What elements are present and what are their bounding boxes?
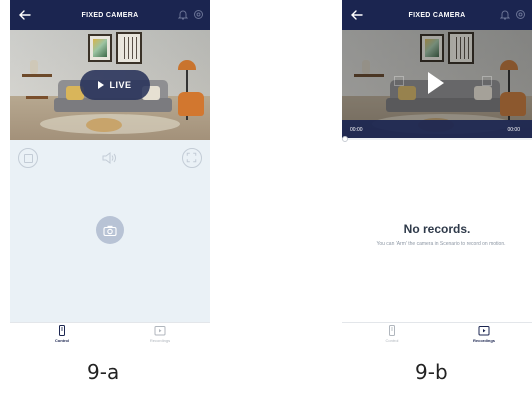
play-icon[interactable] <box>428 72 444 94</box>
sofa-seat <box>54 98 172 112</box>
cushion <box>398 86 416 100</box>
progress-bar[interactable] <box>342 136 532 142</box>
nav-recordings[interactable]: Recordings <box>454 325 514 343</box>
skip-forward-icon[interactable] <box>482 76 492 86</box>
bottom-nav: Control Recordings <box>342 322 532 346</box>
player-control-bar: 00:00 00:00 <box>342 120 532 140</box>
nav-control-label: Control <box>385 338 399 343</box>
nav-control-label: Control <box>54 338 70 343</box>
page-title: FIXED CAMERA <box>81 11 139 19</box>
bottom-nav: Control Recordings <box>10 322 210 346</box>
armchair <box>500 92 526 116</box>
recordings-icon <box>154 326 166 336</box>
figure-caption: 9-b <box>415 360 448 384</box>
remote-control-icon <box>389 325 395 336</box>
empty-state-title: No records. <box>403 222 471 236</box>
fullscreen-icon[interactable] <box>182 148 202 168</box>
recordings-icon <box>478 326 490 336</box>
pouf <box>86 118 122 132</box>
header-bar: FIXED CAMERA <box>342 0 532 30</box>
back-arrow-icon[interactable] <box>18 8 32 22</box>
camera-icon <box>103 225 117 236</box>
vase <box>362 60 370 74</box>
wall-picture-left <box>420 34 444 62</box>
control-panel <box>10 140 210 322</box>
time-total: 00:00 <box>507 127 520 133</box>
bell-icon[interactable] <box>500 9 510 20</box>
wall-picture-right <box>116 32 142 64</box>
nav-recordings-label: Recordings <box>149 338 171 343</box>
gear-icon[interactable] <box>193 9 204 20</box>
play-icon <box>98 81 105 89</box>
nav-control[interactable]: Control <box>32 325 92 343</box>
armchair <box>178 92 204 116</box>
remote-control-icon <box>59 325 65 336</box>
sofa-seat <box>386 98 504 112</box>
nav-recordings-label: Recordings <box>472 338 495 343</box>
back-arrow-icon[interactable] <box>350 8 364 22</box>
gear-icon[interactable] <box>515 9 526 20</box>
progress-knob[interactable] <box>342 136 348 142</box>
header-bar: FIXED CAMERA <box>10 0 210 30</box>
speaker-icon[interactable] <box>102 152 116 164</box>
nav-control[interactable]: Control <box>362 325 422 343</box>
live-button[interactable]: LIVE <box>80 70 150 100</box>
vase <box>30 60 38 74</box>
nav-recordings[interactable]: Recordings <box>130 325 190 343</box>
page-title: FIXED CAMERA <box>408 11 466 19</box>
skip-back-icon[interactable] <box>394 76 404 86</box>
cushion <box>474 86 492 100</box>
snapshot-button[interactable] <box>96 216 124 244</box>
time-current: 00:00 <box>350 127 363 133</box>
wall-picture-right <box>448 32 474 64</box>
screen-control: FIXED CAMERA LIVE Control Recordings <box>10 0 210 346</box>
live-video-feed[interactable]: LIVE <box>10 30 210 140</box>
shelf <box>354 74 384 77</box>
empty-state-message: You can 'Arm' the camera in Scenario to … <box>376 241 506 247</box>
figure-caption: 9-a <box>87 360 120 384</box>
bell-icon[interactable] <box>178 9 188 20</box>
shelf <box>22 74 52 77</box>
live-label: LIVE <box>109 80 132 90</box>
screen-recordings: FIXED CAMERA 00:00 00:00 No records. You… <box>342 0 532 346</box>
wall-picture-left <box>88 34 112 62</box>
side-table <box>26 96 48 99</box>
stop-icon[interactable] <box>18 148 38 168</box>
